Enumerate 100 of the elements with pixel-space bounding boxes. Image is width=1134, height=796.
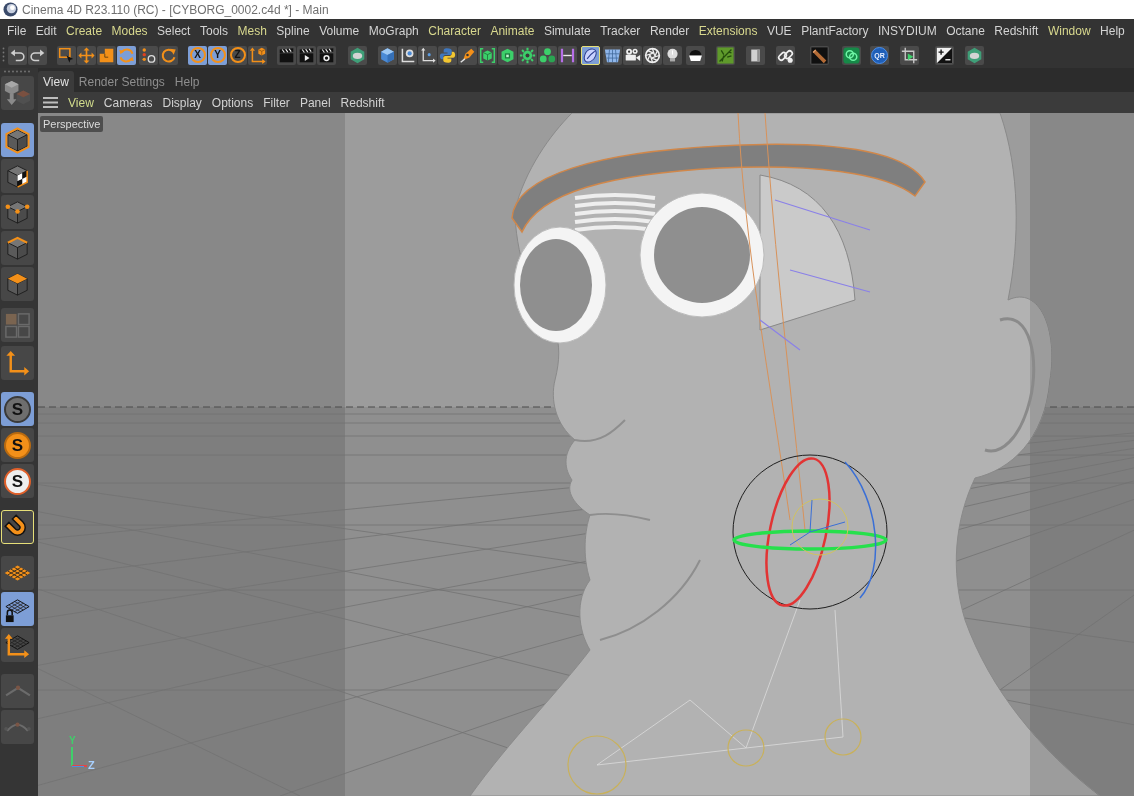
solo-button[interactable]: S (1, 392, 34, 426)
toolbar-button[interactable] (1, 628, 34, 662)
joint-marker (567, 735, 627, 795)
leaf-icon (717, 46, 734, 64)
toolbar-button[interactable] (623, 45, 642, 65)
menu-icon[interactable] (43, 97, 58, 108)
menu-item[interactable]: INSYDIUM (878, 21, 937, 40)
toolbar-button[interactable] (935, 45, 954, 65)
toolbar-button[interactable] (139, 45, 158, 65)
toolbar-button[interactable] (538, 45, 557, 65)
python-icon (439, 46, 456, 64)
viewport-tab[interactable]: Help (169, 71, 205, 92)
solo-button[interactable]: S (1, 428, 34, 462)
axes-cube-icon (249, 46, 266, 64)
solo-button[interactable]: S (1, 464, 34, 498)
clapperboard-icon (278, 46, 295, 64)
toolbar-button[interactable] (776, 45, 795, 65)
toolbar-button[interactable] (378, 45, 397, 65)
cube-outline-icon (3, 125, 32, 155)
toolbar-button[interactable] (746, 45, 765, 65)
toolbar-button[interactable] (643, 45, 662, 65)
menu-item[interactable]: Cameras (103, 93, 153, 112)
toolbar-button[interactable] (603, 45, 622, 65)
rotation-gizmo[interactable] (732, 454, 888, 610)
menu-item[interactable]: Tools (199, 21, 228, 40)
h-bracket-icon (559, 46, 576, 64)
toolbar-button[interactable] (558, 45, 577, 65)
menu-item[interactable]: Extensions (698, 21, 758, 40)
toolbar-button[interactable] (478, 45, 497, 65)
toolbar-button[interactable] (28, 45, 47, 65)
camera-label: Perspective (40, 116, 104, 132)
menu-item[interactable]: Options (211, 93, 254, 112)
menu-item[interactable]: Select (157, 21, 191, 40)
knot-icon (843, 46, 860, 64)
toolbar-button[interactable] (438, 45, 457, 65)
toolbar-button[interactable] (1, 159, 34, 193)
toolbar-button[interactable] (965, 45, 984, 65)
menu-item[interactable]: Help (1100, 21, 1125, 40)
toolbar-button[interactable] (418, 45, 437, 65)
menu-item[interactable]: Filter (263, 93, 290, 112)
menu-item[interactable]: Edit (35, 21, 57, 40)
menu-item[interactable]: Panel (299, 93, 331, 112)
menu-item[interactable]: File (7, 21, 27, 40)
menu-item[interactable]: Volume (319, 21, 360, 40)
toolbar-button[interactable] (1, 592, 34, 626)
menu-item[interactable]: Render (649, 21, 690, 40)
menu-item[interactable]: MoGraph (368, 21, 419, 40)
menu-item[interactable]: PlantFactory (801, 21, 869, 40)
toolbar-button[interactable] (663, 45, 682, 65)
menu-item[interactable]: Simulate (543, 21, 591, 40)
menu-item[interactable]: Character (428, 21, 481, 40)
light-bulb-icon (664, 46, 681, 64)
menu-item[interactable]: Animate (490, 21, 535, 40)
menu-item[interactable]: Window (1047, 21, 1091, 40)
toolbar-button[interactable] (581, 45, 600, 65)
toolbar-button[interactable] (8, 45, 27, 65)
blob-icon (582, 46, 599, 64)
axis-label: Y (69, 736, 76, 746)
toolbar-button[interactable] (398, 45, 417, 65)
toolbar-button[interactable] (1, 267, 34, 301)
toolbar-button[interactable] (1, 123, 34, 157)
menu-item[interactable]: View (68, 93, 94, 112)
toolbar-button[interactable] (1, 231, 34, 265)
selection-rectangle-icon (58, 46, 75, 64)
three-spheres-icon (539, 46, 556, 64)
menu-item[interactable]: Tracker (600, 21, 641, 40)
menu-item[interactable]: VUE (766, 21, 792, 40)
cubes-arrow-icon (3, 78, 32, 108)
toolbar-button[interactable] (1, 510, 34, 544)
viewport-tab[interactable]: View (38, 71, 74, 92)
joint-marker (824, 718, 862, 756)
toolbar-button[interactable] (518, 45, 537, 65)
bracket-cube-icon (479, 46, 496, 64)
toolbar-button[interactable] (297, 45, 316, 65)
menu-item[interactable]: Redshift (340, 93, 385, 112)
viewport-tab[interactable]: Render Settings (73, 71, 170, 92)
axis-toggle-button[interactable]: Y (208, 45, 227, 65)
toolbar-button[interactable] (842, 45, 861, 65)
menu-item[interactable]: Display (162, 93, 202, 112)
gear-icon (519, 46, 536, 64)
menu-item[interactable]: Redshift (994, 21, 1039, 40)
scale-icon (98, 46, 115, 64)
toolbar-button[interactable] (900, 45, 919, 65)
toolbar-button[interactable] (277, 45, 296, 65)
toolbar-button[interactable] (57, 45, 76, 65)
menu-item[interactable]: Spline (276, 21, 310, 40)
toolbar-button[interactable] (1, 195, 34, 229)
dots-circle-icon (140, 46, 157, 64)
menu-item[interactable]: Modes (111, 21, 148, 40)
toolbar-button[interactable] (317, 45, 336, 65)
axis-toggle-button[interactable]: X (188, 45, 207, 65)
toolbar-button[interactable] (686, 45, 705, 65)
aperture-icon (644, 46, 661, 64)
menu-item[interactable]: Mesh (237, 21, 267, 40)
menu-item[interactable]: Octane (946, 21, 985, 40)
joint-marker (727, 729, 765, 767)
grip-handle-icon[interactable] (3, 70, 31, 73)
toolbar-button[interactable] (498, 45, 517, 65)
menu-item[interactable]: Create (66, 21, 103, 40)
toolbar-button[interactable] (348, 45, 367, 65)
